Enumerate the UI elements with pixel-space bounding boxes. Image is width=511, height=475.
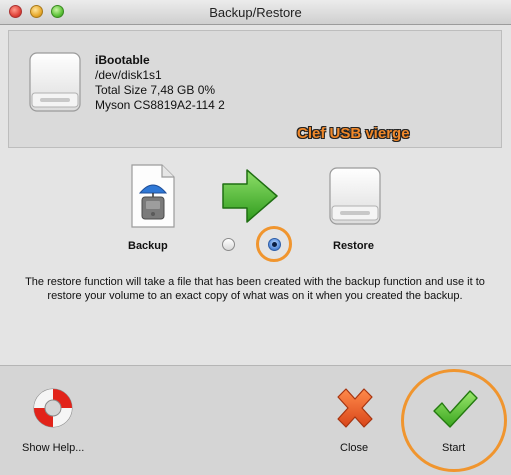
show-help-label: Show Help...: [22, 442, 85, 454]
device-info-panel: iBootable /dev/disk1s1 Total Size 7,48 G…: [8, 30, 502, 148]
close-button[interactable]: Close: [330, 385, 380, 460]
device-details: iBootable /dev/disk1s1 Total Size 7,48 G…: [95, 53, 225, 113]
backup-label: Backup: [128, 240, 168, 252]
green-arrow-icon: [222, 169, 278, 223]
red-x-icon: [337, 388, 373, 428]
device-name: iBootable: [95, 53, 150, 67]
show-help-button[interactable]: Show Help...: [20, 385, 90, 460]
backup-restore-window: Backup/Restore iBootable /dev/disk1s1 To…: [0, 0, 511, 475]
usb-annotation-label: Clef USB vierge: [297, 125, 410, 142]
window-title: Backup/Restore: [209, 5, 302, 20]
hard-drive-icon: [29, 52, 81, 112]
start-button-highlight-ring: [401, 369, 507, 472]
device-path: /dev/disk1s1: [95, 68, 162, 82]
backup-file-icon: [131, 164, 175, 228]
lifebuoy-icon: [33, 388, 73, 428]
title-bar[interactable]: Backup/Restore: [0, 0, 511, 25]
restore-radio-highlight-ring: [256, 226, 292, 262]
device-model: Myson CS8819A2-114 2: [95, 98, 225, 112]
usb-drive-icon: [329, 167, 381, 225]
backup-radio[interactable]: [222, 238, 235, 251]
close-label: Close: [340, 442, 369, 454]
restore-description: The restore function will take a file th…: [25, 276, 485, 302]
device-size: Total Size 7,48 GB 0%: [95, 83, 216, 97]
restore-label: Restore: [333, 240, 374, 252]
